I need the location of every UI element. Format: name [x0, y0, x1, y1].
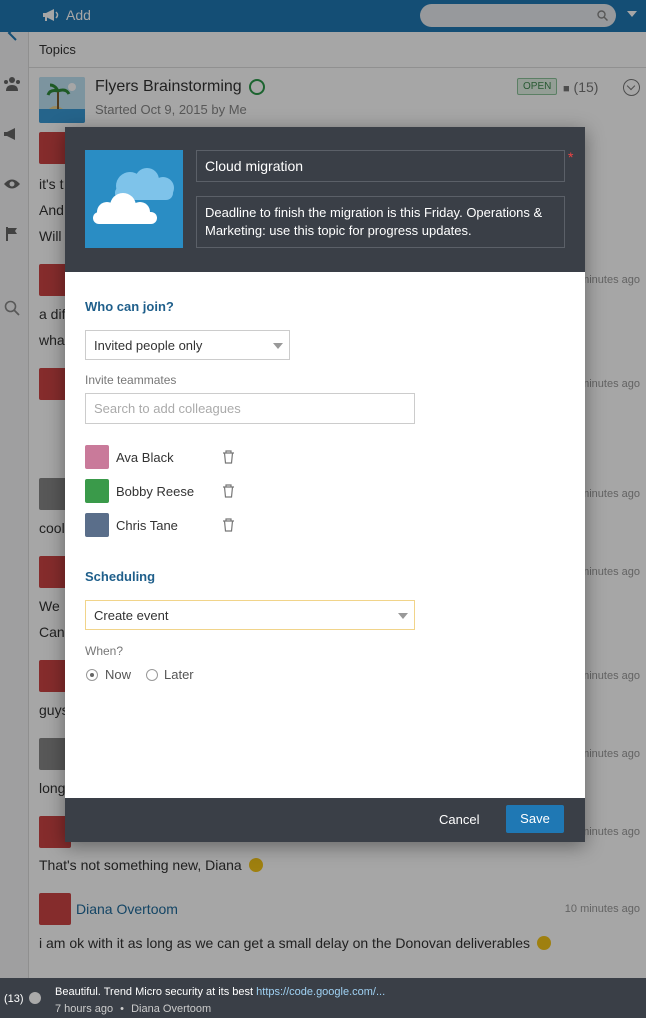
who-can-join-value: Invited people only — [94, 338, 203, 353]
notification-time: 7 hours ago — [55, 1003, 114, 1015]
separator: • — [120, 1003, 125, 1015]
notification-count: (13) — [4, 992, 41, 1005]
notification-message: Beautiful. Trend Micro security at its b… — [55, 986, 257, 998]
scheduling-title: Scheduling — [85, 569, 156, 584]
who-can-join-title: Who can join? — [85, 299, 174, 314]
topic-description-field[interactable]: Deadline to finish the migration is this… — [196, 196, 565, 248]
chevron-down-icon — [398, 613, 408, 619]
member-item: Chris Tane — [85, 513, 265, 537]
when-label: When? — [85, 644, 124, 658]
save-button[interactable]: Save — [506, 805, 564, 833]
create-topic-modal: Cloud migration * Deadline to finish the… — [65, 127, 585, 842]
invite-label: Invite teammates — [85, 373, 177, 387]
chevron-down-icon — [273, 343, 283, 349]
notification-author[interactable]: Diana Overtoom — [131, 1003, 211, 1015]
avatar — [85, 445, 109, 469]
trash-icon[interactable] — [222, 518, 235, 532]
topic-image[interactable] — [85, 150, 183, 248]
required-marker: * — [568, 149, 574, 165]
who-can-join-select[interactable]: Invited people only — [85, 330, 290, 360]
notification-bar[interactable]: (13) Beautiful. Trend Micro security at … — [0, 978, 646, 1018]
notification-link[interactable]: https://code.google.com/... — [256, 986, 385, 998]
scheduling-select[interactable]: Create event — [85, 600, 415, 630]
member-name: Bobby Reese — [116, 483, 195, 499]
notification-count-value: (13) — [4, 993, 24, 1005]
trash-icon[interactable] — [222, 450, 235, 464]
radio-later[interactable] — [146, 669, 158, 681]
modal-footer: Cancel Save — [65, 798, 585, 842]
cancel-button[interactable]: Cancel — [439, 812, 479, 827]
topic-title-field[interactable]: Cloud migration — [196, 150, 565, 182]
notification-text: Beautiful. Trend Micro security at its b… — [55, 986, 385, 998]
member-name: Ava Black — [116, 449, 174, 465]
avatar — [85, 513, 109, 537]
member-item: Bobby Reese — [85, 479, 265, 503]
people-icon — [28, 992, 41, 1004]
trash-icon[interactable] — [222, 484, 235, 498]
invite-search-input[interactable]: Search to add colleagues — [85, 393, 415, 424]
modal-header: Cloud migration * Deadline to finish the… — [65, 127, 585, 272]
radio-now[interactable] — [86, 669, 98, 681]
member-item: Ava Black — [85, 445, 265, 469]
avatar — [85, 479, 109, 503]
notification-meta: 7 hours ago • Diana Overtoom — [55, 1003, 211, 1015]
scheduling-value: Create event — [94, 608, 169, 623]
radio-now-label[interactable]: Now — [105, 667, 131, 682]
member-name: Chris Tane — [116, 517, 178, 533]
radio-later-label[interactable]: Later — [164, 667, 194, 682]
